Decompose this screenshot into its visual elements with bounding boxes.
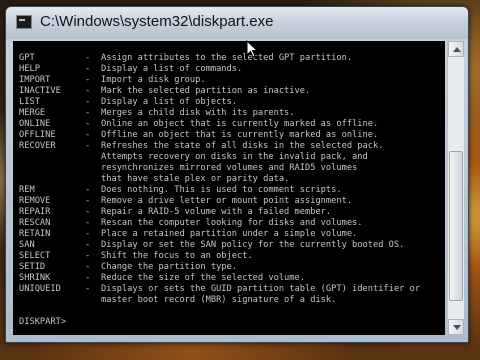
command-line: GPT - Assign attributes to the selected G… <box>19 53 420 64</box>
command-name: UNIQUEID <box>19 284 61 294</box>
command-line: REM - Does nothing. This is used to comme… <box>19 185 420 196</box>
command-name: RETAIN <box>19 229 51 239</box>
separator-dash: - <box>85 251 96 261</box>
command-description: Online an object that is currently marke… <box>101 119 379 129</box>
command-line: SHRINK - Reduce the size of the selected … <box>19 273 420 284</box>
command-continuation-line: Attempts recovery on disks in the invali… <box>19 152 420 163</box>
command-description: Display or set the SAN policy for the cu… <box>101 240 405 250</box>
separator-dash: - <box>85 108 96 118</box>
command-name: RESCAN <box>19 218 51 228</box>
command-prompt[interactable]: DISKPART> <box>19 317 420 328</box>
command-line: INACTIVE - Mark the selected partition as… <box>19 86 420 97</box>
separator-dash: - <box>85 229 96 239</box>
command-line: RESCAN - Rescan the computer looking for … <box>19 218 420 229</box>
command-name: REMOVE <box>19 196 51 206</box>
console-output[interactable]: GPT - Assign attributes to the selected G… <box>13 41 445 335</box>
command-line: IMPORT - Import a disk group. <box>19 75 420 86</box>
command-name: REPAIR <box>19 207 51 217</box>
arrow-down-icon <box>453 325 461 330</box>
separator-dash: - <box>85 130 96 140</box>
command-description: Refreshes the state of all disks in the … <box>101 141 384 151</box>
scroll-thumb[interactable] <box>449 151 463 301</box>
separator-dash: - <box>85 273 96 283</box>
command-name: SHRINK <box>19 273 51 283</box>
separator-dash: - <box>85 240 96 250</box>
command-line: SAN - Display or set the SAN policy for t… <box>19 240 420 251</box>
command-continuation-line: master boot record (MBR) signature of a … <box>19 295 420 306</box>
command-name: LIST <box>19 97 40 107</box>
command-continuation-line: resynchronizes mirrored volumes and RAID… <box>19 163 420 174</box>
command-line: SELECT - Shift the focus to an object. <box>19 251 420 262</box>
command-description: Repair a RAID-5 volume with a failed mem… <box>101 207 332 217</box>
console-window[interactable]: C:\Windows\system32\diskpart.exe GPT - As… <box>5 6 469 343</box>
scroll-down-button[interactable] <box>448 319 464 335</box>
command-description: Reduce the size of the selected volume. <box>101 273 305 283</box>
separator-dash: - <box>85 196 96 206</box>
command-line: UNIQUEID - Displays or sets the GUID part… <box>19 284 420 295</box>
command-description: that have stale plex or parity data. <box>101 174 290 184</box>
command-description: Change the partition type. <box>101 262 237 272</box>
command-description: Import a disk group. <box>101 75 206 85</box>
command-description: Assign attributes to the selected GPT pa… <box>101 53 353 63</box>
console-icon <box>16 15 32 29</box>
separator-dash: - <box>85 97 96 107</box>
command-description: Displays or sets the GUID partition tabl… <box>101 284 421 294</box>
command-name: HELP <box>19 64 40 74</box>
command-description: Attempts recovery on disks in the invali… <box>101 152 368 162</box>
separator-dash: - <box>85 284 96 294</box>
separator-dash: - <box>85 218 96 228</box>
command-line: HELP - Display a list of commands. <box>19 64 420 75</box>
separator-dash: - <box>85 53 96 63</box>
mouse-cursor-icon <box>246 40 258 58</box>
vertical-scrollbar[interactable] <box>447 41 464 335</box>
scroll-up-button[interactable] <box>448 41 464 57</box>
separator-dash: - <box>85 119 96 129</box>
separator-dash: - <box>85 185 96 195</box>
command-name: ONLINE <box>19 119 51 129</box>
command-name: OFFLINE <box>19 130 56 140</box>
command-name: GPT <box>19 53 35 63</box>
command-description: Shift the focus to an object. <box>101 251 253 261</box>
separator-dash: - <box>85 262 96 272</box>
window-title: C:\Windows\system32\diskpart.exe <box>40 13 274 30</box>
command-line: LIST - Display a list of objects. <box>19 97 420 108</box>
command-line: RECOVER - Refreshes the state of all disk… <box>19 141 420 152</box>
separator-dash: - <box>85 207 96 217</box>
title-bar[interactable]: C:\Windows\system32\diskpart.exe <box>6 7 468 39</box>
command-description: Remove a drive letter or mount point ass… <box>101 196 353 206</box>
command-description: Offline an object that is currently mark… <box>101 130 379 140</box>
command-name: SELECT <box>19 251 51 261</box>
separator-dash: - <box>85 75 96 85</box>
command-name: REM <box>19 185 35 195</box>
console-text: GPT - Assign attributes to the selected G… <box>19 53 420 328</box>
separator-dash: - <box>85 64 96 74</box>
command-line: RETAIN - Place a retained partition under… <box>19 229 420 240</box>
command-name: SAN <box>19 240 35 250</box>
command-description: Rescan the computer looking for disks an… <box>101 218 363 228</box>
command-description: Place a retained partition under a simpl… <box>101 229 358 239</box>
command-name: MERGE <box>19 108 46 118</box>
command-description: Mark the selected partition as inactive. <box>101 86 311 96</box>
command-name: IMPORT <box>19 75 51 85</box>
command-line: MERGE - Merges a child disk with its pare… <box>19 108 420 119</box>
command-description: Does nothing. This is used to comment sc… <box>101 185 342 195</box>
command-continuation-line: that have stale plex or parity data. <box>19 174 420 185</box>
command-description: Display a list of objects. <box>101 97 237 107</box>
command-line: SETID - Change the partition type. <box>19 262 420 273</box>
command-line: REMOVE - Remove a drive letter or mount p… <box>19 196 420 207</box>
command-name: SETID <box>19 262 46 272</box>
command-name: RECOVER <box>19 141 56 151</box>
separator-dash: - <box>85 141 96 151</box>
command-line: OFFLINE - Offline an object that is curre… <box>19 130 420 141</box>
command-description: Display a list of commands. <box>101 64 243 74</box>
command-description: master boot record (MBR) signature of a … <box>101 295 337 305</box>
command-name: INACTIVE <box>19 86 61 96</box>
command-description: resynchronizes mirrored volumes and RAID… <box>101 163 358 173</box>
command-line: REPAIR - Repair a RAID-5 volume with a fa… <box>19 207 420 218</box>
command-line: ONLINE - Online an object that is current… <box>19 119 420 130</box>
separator-dash: - <box>85 86 96 96</box>
arrow-up-icon <box>453 47 461 52</box>
command-description: Merges a child disk with its parents. <box>101 108 295 118</box>
